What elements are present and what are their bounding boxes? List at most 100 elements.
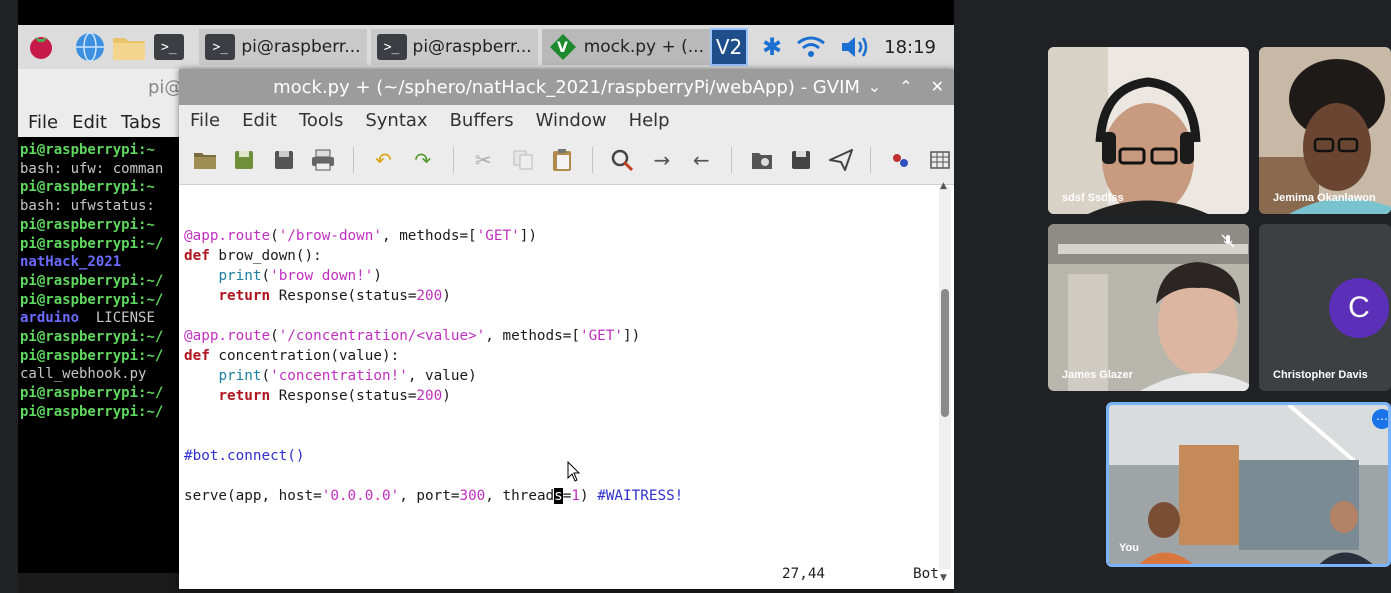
menu-help[interactable]: Help — [629, 110, 670, 131]
code-line: serve(app, host='0.0.0.0', port=300, thr… — [184, 488, 684, 504]
self-view-tile[interactable]: ⋯ You — [1106, 402, 1391, 567]
code-line: print('brow down!') — [218, 268, 382, 284]
copy-icon[interactable] — [509, 146, 536, 174]
toolbar-separator — [352, 146, 354, 173]
participant-video-icon — [1259, 47, 1391, 214]
menu-tools[interactable]: Tools — [299, 110, 343, 131]
terminal-line: natHack_2021 — [20, 254, 122, 271]
gvim-editor[interactable]: @app.route('/brow-down', methods=['GET']… — [184, 206, 929, 506]
cut-icon[interactable]: ✂ — [470, 146, 497, 174]
terminal-menu-edit[interactable]: Edit — [72, 112, 107, 133]
terminal-title: pi@ — [148, 77, 183, 98]
self-video-icon — [1109, 405, 1388, 564]
gvim-menubar: File Edit Tools Syntax Buffers Window He… — [179, 105, 954, 135]
terminal-menu-file[interactable]: File — [28, 112, 58, 133]
save-session-icon[interactable] — [787, 146, 814, 174]
close-icon[interactable]: ✕ — [931, 77, 944, 96]
find-next-icon[interactable]: → — [648, 146, 675, 174]
wifi-icon[interactable] — [796, 35, 826, 59]
code-line: @app.route('/brow-down', methods=['GET']… — [184, 228, 537, 244]
raspberry-menu-icon[interactable] — [24, 30, 57, 64]
maximize-icon[interactable]: ⌃ — [899, 77, 912, 96]
terminal-menu-tabs[interactable]: Tabs — [121, 112, 161, 133]
print-icon[interactable] — [309, 146, 336, 174]
menu-window[interactable]: Window — [536, 110, 607, 131]
task-label: mock.py + (... — [583, 37, 704, 57]
volume-icon[interactable] — [840, 35, 870, 59]
tags-table-icon[interactable] — [927, 146, 954, 174]
terminal-line: bash: ufw: comman — [20, 160, 164, 177]
gvim-titlebar: mock.py + (~/sphero/natHack_2021/raspber… — [179, 69, 954, 105]
terminal-icon: >_ — [205, 34, 236, 60]
scrollbar-thumb[interactable] — [941, 289, 949, 417]
terminal-line: pi@raspberrypi:~ — [20, 216, 155, 233]
participant-video-icon — [1048, 224, 1249, 391]
bluetooth-icon[interactable]: ✱ — [762, 33, 782, 61]
more-options-icon[interactable]: ⋯ — [1372, 409, 1388, 429]
screen-top-bar — [18, 0, 954, 25]
muted-mic-icon — [1221, 234, 1235, 248]
taskbar-task-terminal-1[interactable]: >_ pi@raspberr... — [199, 29, 367, 65]
participant-tile[interactable]: James Glazer — [1048, 224, 1249, 391]
menu-syntax[interactable]: Syntax — [365, 110, 427, 131]
gvim-status-line: 27,44 Bot — [179, 559, 954, 589]
terminal-line: arduino LICENSE — [20, 310, 155, 327]
participant-name: sdsf Ssdfss — [1062, 192, 1124, 204]
menu-file[interactable]: File — [190, 110, 220, 131]
toolbar-separator — [731, 146, 732, 173]
undo-icon[interactable]: ↶ — [370, 146, 397, 174]
save-icon[interactable] — [230, 146, 257, 174]
participant-name: James Glazer — [1062, 369, 1133, 381]
mouse-pointer-icon — [567, 461, 581, 482]
load-session-icon[interactable] — [748, 146, 775, 174]
participant-name: Christopher Davis — [1273, 369, 1368, 381]
terminal-line: pi@raspberrypi:~/ — [20, 291, 164, 308]
code-line: return Response(status=200) — [218, 388, 451, 404]
terminal-line: pi@raspberrypi:~/ — [20, 272, 164, 289]
participant-tile[interactable]: C Christopher Davis — [1259, 224, 1391, 391]
code-line: print('concentration!', value) — [218, 368, 477, 384]
participant-name: You — [1119, 542, 1139, 554]
scroll-up-icon[interactable]: ▲ — [940, 181, 947, 191]
terminal-line: pi@raspberrypi:~/ — [20, 329, 164, 346]
terminal-titlebar: pi@ — [18, 69, 188, 107]
window-controls: ⌄ ⌃ ✕ — [868, 77, 944, 96]
browser-globe-icon[interactable] — [73, 30, 106, 64]
vnc-icon[interactable]: V2 — [710, 28, 749, 66]
find-previous-icon[interactable]: ← — [688, 146, 715, 174]
cursor-position: 27,44 — [782, 566, 826, 582]
terminal-line: pi@raspberrypi:~/ — [20, 403, 164, 420]
taskbar-task-gvim[interactable]: V mock.py + (... — [541, 29, 710, 65]
participant-tile[interactable]: Jemima Okanlawon — [1259, 47, 1391, 214]
system-tray: V2 ✱ 18:19 — [710, 28, 954, 66]
file-manager-folder-icon[interactable] — [112, 30, 146, 64]
terminal-menubar: File Edit Tabs — [18, 107, 188, 137]
run-script-icon[interactable] — [827, 146, 854, 174]
redo-icon[interactable]: ↷ — [409, 146, 436, 174]
paste-icon[interactable] — [548, 146, 575, 174]
open-file-icon[interactable] — [191, 146, 218, 174]
editor-scrollbar[interactable]: ▲ ▼ — [939, 181, 951, 583]
code-line: def brow_down(): — [184, 248, 322, 264]
make-icon[interactable] — [887, 146, 914, 174]
svg-text:V: V — [557, 40, 568, 56]
code-line: #bot.connect() — [184, 448, 305, 464]
find-replace-icon[interactable] — [609, 146, 636, 174]
participant-tile[interactable]: sdsf Ssdfss — [1048, 47, 1249, 214]
scroll-position: Bot — [913, 566, 939, 582]
menu-buffers[interactable]: Buffers — [450, 110, 514, 131]
gvim-icon: V — [549, 34, 576, 60]
terminal-launcher-icon[interactable]: >_ — [152, 30, 185, 64]
terminal-line: pi@raspberrypi:~/ — [20, 385, 164, 402]
save-all-icon[interactable] — [270, 146, 297, 174]
code-line: @app.route('/concentration/<value>', met… — [184, 328, 641, 344]
task-label: pi@raspberr... — [412, 37, 532, 57]
menu-edit[interactable]: Edit — [242, 110, 277, 131]
taskbar-task-terminal-2[interactable]: >_ pi@raspberr... — [370, 29, 538, 65]
avatar: C — [1329, 278, 1389, 338]
chevron-down-icon[interactable]: ⌄ — [868, 77, 881, 96]
